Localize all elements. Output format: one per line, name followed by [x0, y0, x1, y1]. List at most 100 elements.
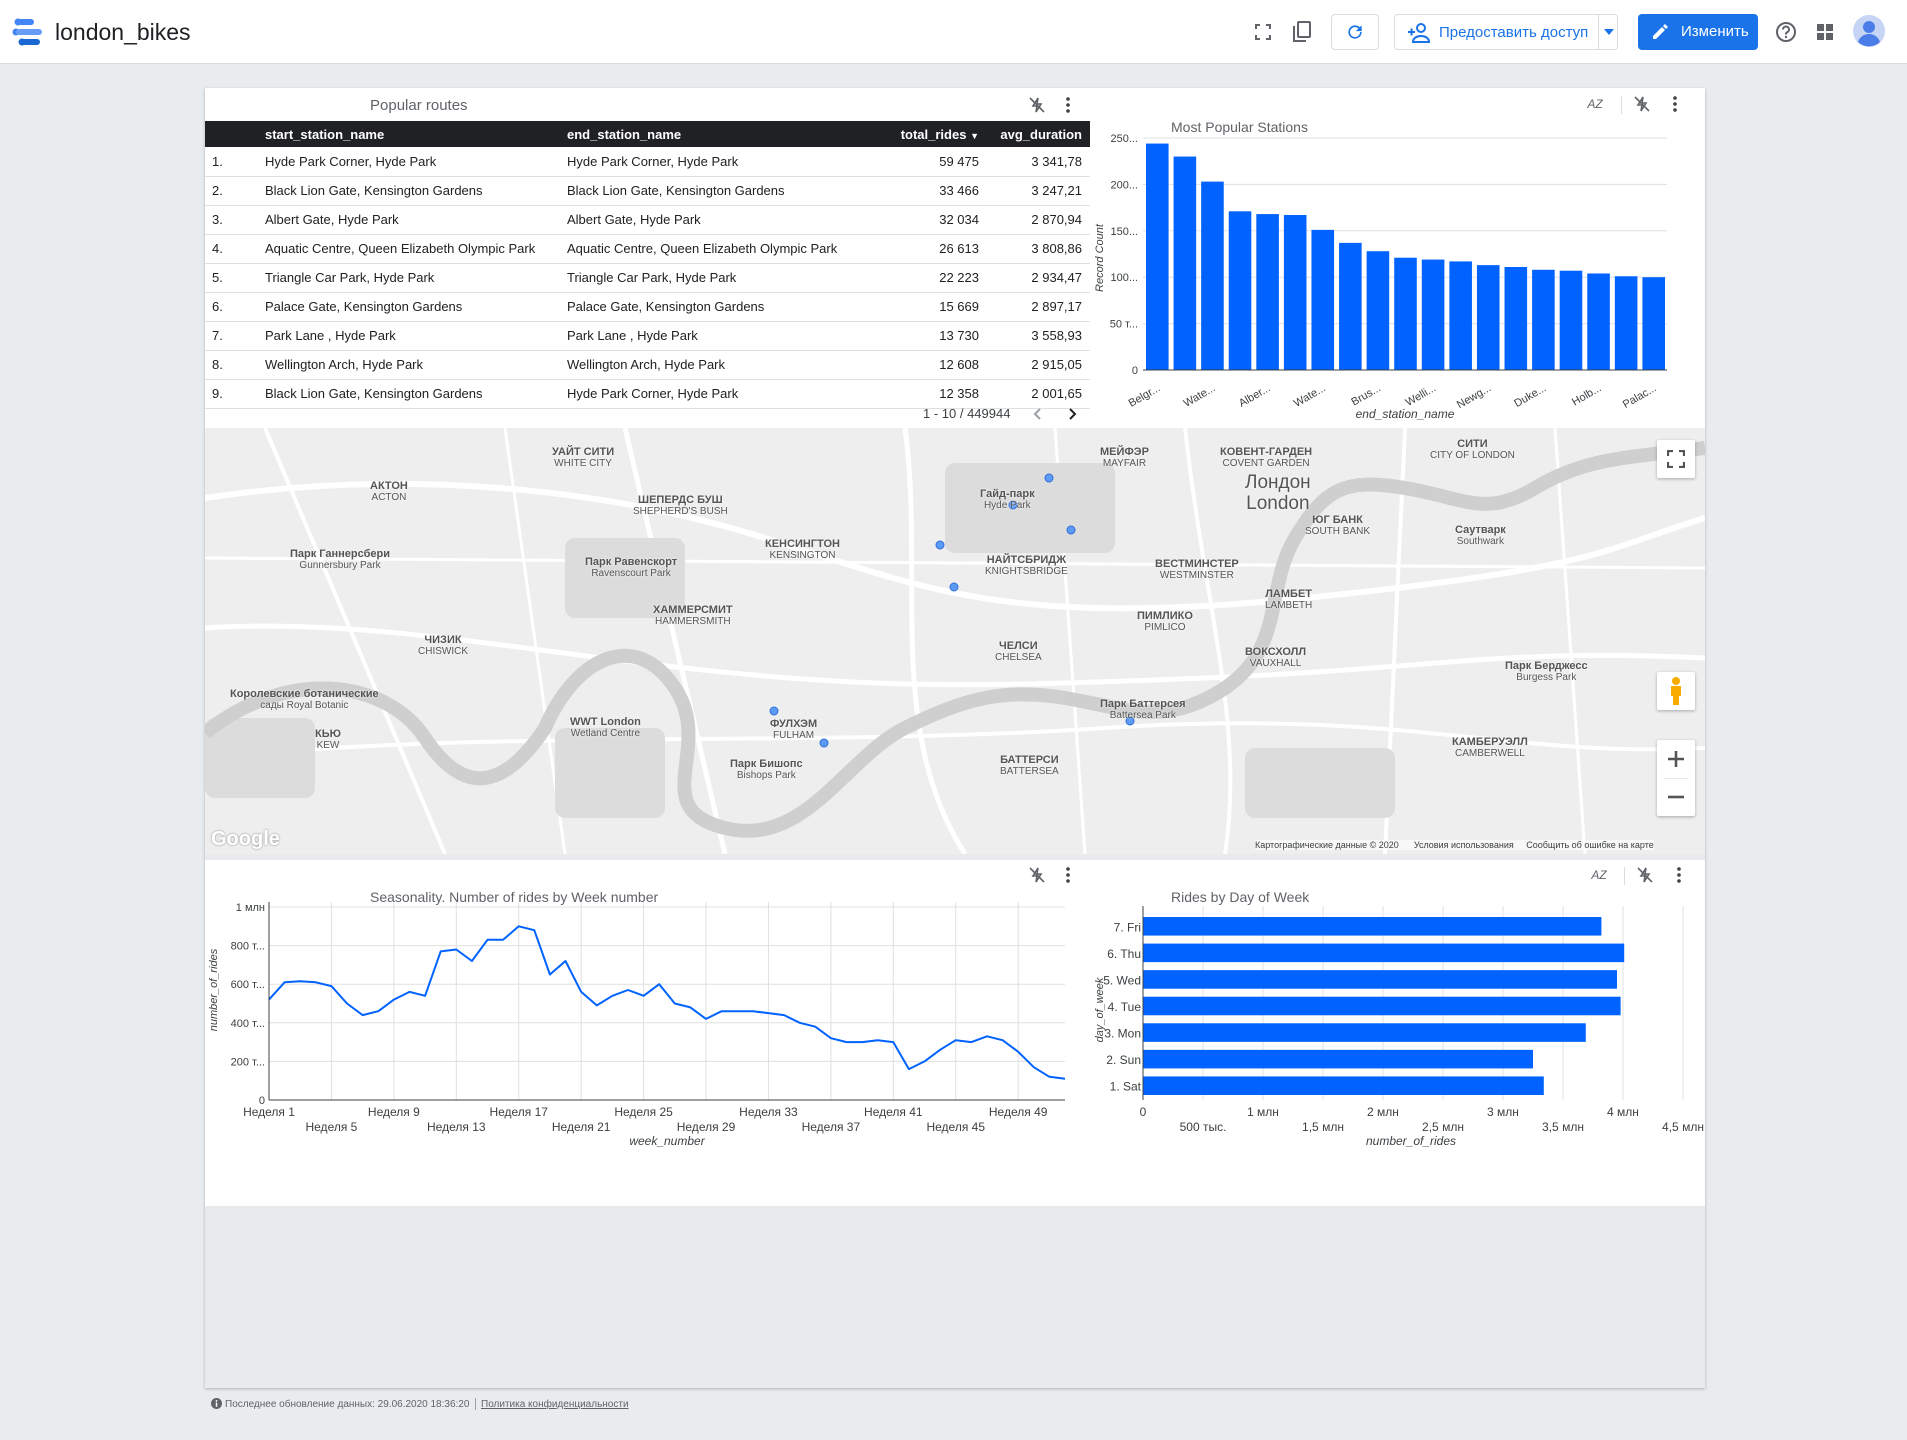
y-tick-label: 1. Sat [1110, 1080, 1142, 1094]
row-number: 6. [205, 292, 265, 322]
x-tick-label: Неделя 25 [614, 1105, 673, 1119]
table-row[interactable]: 1. Hyde Park Corner, Hyde Park Hyde Park C… [205, 147, 1090, 177]
map-place-name: КОВЕНТ-ГАРДЕН [1220, 446, 1313, 458]
map-place-name: УАЙТ СИТИ [552, 446, 615, 458]
next-page-icon[interactable] [1063, 404, 1083, 424]
privacy-policy-link[interactable]: Политика конфиденциальности [481, 1399, 629, 1410]
table-row[interactable]: 8. Wellington Arch, Hyde Park Wellington A… [205, 350, 1090, 380]
y-tick-label: 3. Mon [1104, 1027, 1141, 1041]
info-icon [211, 1398, 222, 1412]
column-header-total-rides[interactable]: total_rides ▼ [867, 121, 987, 147]
stations-bar-chart: Most Popular Stations 0 50 т... 100... 150..… [1094, 119, 1667, 421]
map-place-name: Парк Равенскорт [585, 556, 678, 568]
start-station-cell: Hyde Park Corner, Hyde Park [265, 147, 567, 177]
x-tick-label: Неделя 33 [739, 1105, 798, 1119]
map-place-label: Парк Берджесс Burgess Park [1505, 660, 1588, 683]
copy-report-icon[interactable] [1288, 18, 1316, 46]
chart-title: Most Popular Stations [1171, 119, 1308, 135]
google-logo[interactable]: Google [211, 828, 280, 851]
bar [1143, 970, 1617, 989]
fullscreen-icon[interactable] [1249, 18, 1277, 46]
map-place-name-latin: FULHAM [773, 730, 815, 742]
column-header-start-station[interactable]: start_station_name [265, 121, 567, 147]
share-dropdown-button[interactable] [1598, 15, 1618, 49]
column-header-end-station[interactable]: end_station_name [567, 121, 867, 147]
avatar[interactable] [1853, 15, 1885, 47]
map-report-link[interactable]: Сообщить об ошибке на карте [1526, 840, 1653, 850]
zoom-controls [1657, 740, 1695, 816]
map-terms-link[interactable]: Условия использования [1414, 840, 1514, 850]
pegman-button[interactable] [1657, 672, 1695, 710]
row-number: 8. [205, 350, 265, 380]
map-place-name-latin: ACTON [371, 492, 407, 504]
x-tick-label: 2,5 млн [1422, 1120, 1464, 1134]
avg-duration-cell: 2 934,47 [987, 263, 1090, 293]
refresh-button[interactable] [1331, 14, 1379, 50]
start-station-cell: Black Lion Gate, Kensington Gardens [265, 379, 567, 409]
map-place-name: ФУЛХЭМ [770, 718, 818, 730]
table-row[interactable]: 4. Aquatic Centre, Queen Elizabeth Olympi… [205, 234, 1090, 264]
bar [1228, 211, 1252, 370]
help-icon[interactable] [1772, 18, 1800, 46]
prev-page-icon[interactable] [1027, 404, 1047, 424]
map-place-name-latin: Southwark [1456, 536, 1505, 548]
apps-grid-icon[interactable] [1811, 18, 1839, 46]
x-tick-label: Неделя 1 [243, 1105, 295, 1119]
y-axis-title: Record Count [1094, 223, 1106, 292]
report-title[interactable]: london_bikes [55, 19, 191, 46]
more-options-icon[interactable] [1058, 95, 1078, 115]
add-person-icon [1408, 23, 1431, 43]
pencil-icon [1653, 24, 1668, 39]
map-fullscreen-button[interactable] [1657, 440, 1695, 478]
map-place-name: КЬЮ [315, 728, 341, 740]
start-station-cell: Park Lane , Hyde Park [265, 321, 567, 351]
map-place-label: Королевские ботанические сады Royal Botan… [230, 688, 379, 711]
table-row[interactable]: 3. Albert Gate, Hyde Park Albert Gate, Hyd… [205, 205, 1090, 235]
map-place-label: ЛАМБЕТ LAMBETH [1265, 588, 1312, 611]
refresh-icon [1348, 25, 1362, 39]
map-place-name-latin: Ravenscourt Park [591, 568, 671, 580]
map-place-name: МЕЙФЭР [1100, 446, 1149, 458]
stations-map[interactable]: АКТОН ACTON УАЙТ СИТИ WHITE CITY ШЕПЕРДС БУШ… [205, 428, 1705, 854]
y-tick-label: 250... [1110, 133, 1138, 145]
x-tick-label: Holb... [1570, 382, 1604, 408]
table-row[interactable]: 6. Palace Gate, Kensington Gardens Palace … [205, 292, 1090, 322]
x-tick-label: 3,5 млн [1542, 1120, 1584, 1134]
table-row[interactable]: 5. Triangle Car Park, Hyde Park Triangle C… [205, 263, 1090, 293]
map-place-name: ЧЕЛСИ [999, 640, 1038, 652]
share-button[interactable]: Предоставить доступ [1394, 14, 1618, 50]
map-place-name: ХАММЕРСМИТ [653, 604, 733, 616]
bar [1642, 277, 1665, 370]
column-header-avg-duration[interactable]: avg_duration [987, 121, 1090, 147]
bar [1366, 251, 1390, 370]
table-row[interactable]: 7. Park Lane , Hyde Park Park Lane , Hyde … [205, 321, 1090, 351]
series-line [268, 925, 1066, 1080]
map-place-name: ЧИЗИК [424, 634, 462, 646]
rides-by-day-panel: AZ Rides by Day of Week 7. Fri 6. Thu 5. We… [1091, 860, 1705, 1206]
edit-button[interactable]: Изменить [1638, 14, 1758, 50]
table-row[interactable]: 2. Black Lion Gate, Kensington Gardens Bla… [205, 176, 1090, 206]
map-place-name-latin: WHITE CITY [554, 458, 612, 470]
zoom-out-button[interactable] [1657, 778, 1695, 816]
map-place-name: ВЕСТМИНСТЕР [1155, 558, 1239, 570]
edit-button-label: Изменить [1681, 23, 1749, 40]
map-place-name-latin: Bishops Park [736, 770, 796, 782]
table-row[interactable]: 9. Black Lion Gate, Kensington Gardens Hyd… [205, 379, 1090, 409]
zoom-in-button[interactable] [1657, 740, 1695, 778]
bar [1143, 917, 1602, 936]
x-tick-label: Неделя 37 [802, 1120, 861, 1134]
no-cache-icon[interactable] [1027, 95, 1047, 115]
y-axis-title: day_of_week [1094, 977, 1106, 1042]
map-place-name: КЕНСИНГТОН [765, 538, 840, 550]
table-header-row: start_station_name end_station_name tota… [205, 121, 1090, 147]
map-place-name-latin: SHEPHERD'S BUSH [633, 506, 728, 518]
avg-duration-cell: 2 870,94 [987, 205, 1090, 235]
map-place-name-latin: WESTMINSTER [1159, 570, 1234, 582]
map-place-name-latin: CHELSEA [995, 652, 1042, 664]
share-button-label: Предоставить доступ [1439, 24, 1589, 41]
map-place-name: Парк Берджесс [1505, 660, 1588, 672]
map-place-label: ЮГ БАНК SOUTH BANK [1305, 514, 1370, 537]
bar [1143, 996, 1621, 1016]
y-axis-title: number_of_rides [208, 948, 220, 1031]
x-tick-label: Duke... [1512, 382, 1548, 410]
